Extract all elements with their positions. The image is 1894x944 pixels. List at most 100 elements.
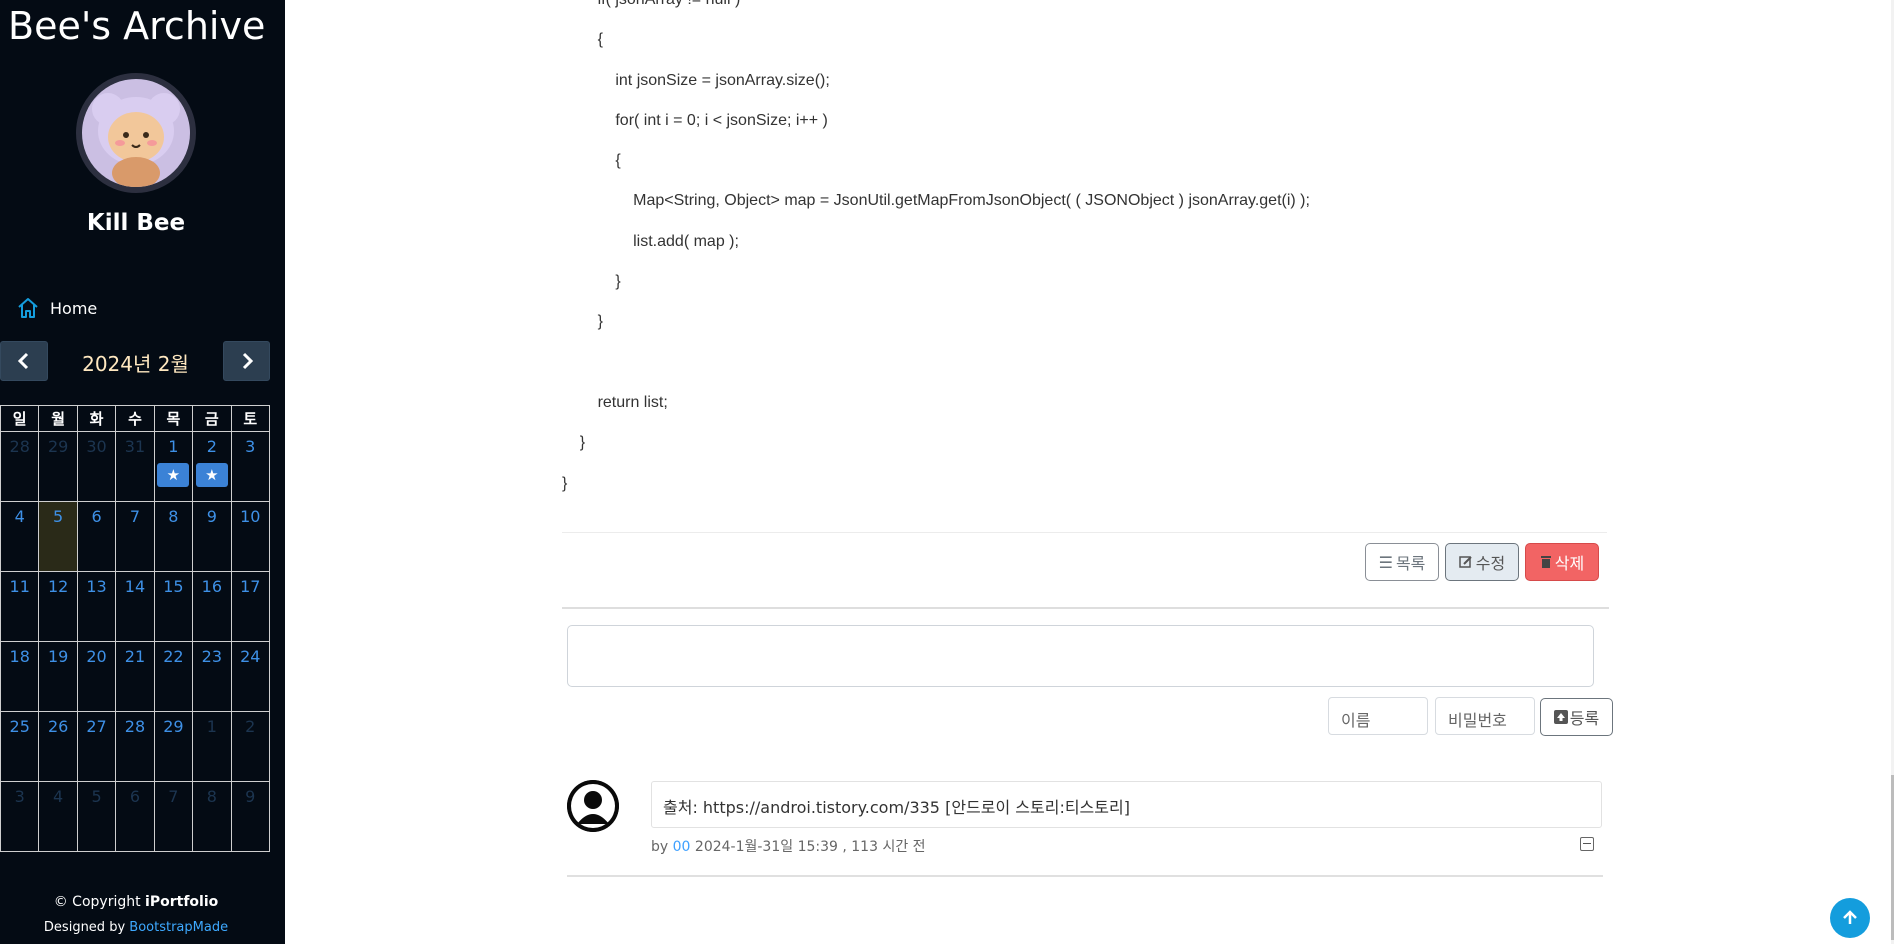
calendar-day: 9 — [230, 781, 271, 852]
profile-avatar — [76, 73, 196, 193]
calendar-day[interactable]: 13 — [76, 571, 117, 642]
bootstrapmade-link[interactable]: BootstrapMade — [129, 920, 228, 935]
list-button[interactable]: ☰ 목록 — [1365, 543, 1439, 581]
copyright-brand: iPortfolio — [145, 894, 219, 910]
calendar-next-button[interactable] — [223, 341, 270, 381]
code-line: if( jsonArray != null ) — [562, 0, 1742, 20]
calendar-day[interactable]: 7 — [115, 501, 155, 572]
weekday-header: 금 — [192, 405, 232, 432]
user-name: Kill Bee — [86, 210, 186, 236]
comment-date: 2024-1월-31일 15:39 , 113 시간 전 — [694, 839, 926, 855]
password-input[interactable]: 비밀번호 — [1435, 697, 1535, 735]
calendar-day[interactable]: 2 ★ — [192, 431, 232, 502]
calendar-day[interactable]: 10 — [230, 501, 271, 572]
commenter-avatar — [567, 780, 619, 832]
weekday-header: 목 — [153, 405, 194, 432]
comment-content: 출처: https://androi.tistory.com/335 [안드로이… — [651, 781, 1602, 828]
calendar-title: 2024년 2월 — [82, 352, 189, 376]
calendar-day[interactable]: 24 — [230, 641, 271, 712]
calendar-day: 3 — [0, 781, 40, 852]
calendar-day-today[interactable]: 5 — [38, 501, 78, 572]
upload-icon — [1553, 710, 1568, 724]
calendar-day[interactable]: 17 — [230, 571, 271, 642]
calendar-day[interactable]: 26 — [38, 711, 78, 782]
calendar-day[interactable]: 1 ★ — [153, 431, 194, 502]
post-star-badge[interactable]: ★ — [195, 463, 228, 487]
code-block: if( jsonArray != null ) { int jsonSize =… — [562, 0, 1742, 504]
code-line: return list; — [562, 393, 668, 411]
divider — [562, 607, 1609, 609]
weekday-header: 수 — [115, 405, 155, 432]
calendar-day[interactable]: 28 — [115, 711, 155, 782]
back-to-top-button[interactable] — [1830, 898, 1870, 938]
calendar-day[interactable]: 22 — [153, 641, 194, 712]
calendar-day: 31 — [115, 431, 155, 502]
comment-author[interactable]: 00 — [673, 839, 691, 855]
calendar-day[interactable]: 9 — [192, 501, 232, 572]
comment-meta: by 00 2024-1월-31일 15:39 , 113 시간 전 — [651, 839, 926, 855]
code-line: { — [562, 152, 621, 170]
calendar-day: 5 — [76, 781, 117, 852]
calendar-day[interactable]: 18 — [0, 641, 40, 712]
calendar-day[interactable]: 15 — [153, 571, 194, 642]
arrow-up-icon — [1843, 910, 1857, 924]
calendar-day: 8 — [192, 781, 232, 852]
calendar-day[interactable]: 11 — [0, 571, 40, 642]
sidebar: Bee's Archive Kill Bee Home 2024년 2월 일 월… — [0, 0, 285, 944]
delete-button[interactable]: 삭제 — [1525, 543, 1599, 581]
chevron-left-icon — [17, 352, 29, 370]
calendar-prev-button[interactable] — [0, 341, 48, 381]
edit-button[interactable]: 수정 — [1445, 543, 1519, 581]
calendar-day[interactable]: 14 — [115, 571, 155, 642]
list-icon: ☰ — [1378, 552, 1393, 572]
calendar-day[interactable]: 8 — [153, 501, 194, 572]
submit-comment-button[interactable]: 등록 — [1540, 698, 1613, 736]
calendar-day[interactable]: 23 — [192, 641, 232, 712]
calendar-day: 1 — [192, 711, 232, 782]
code-line: { — [562, 31, 603, 49]
main-content: if( jsonArray != null ) { int jsonSize =… — [285, 0, 1894, 944]
code-line: } — [562, 434, 586, 452]
calendar-day[interactable]: 3 — [230, 431, 271, 502]
code-line: } — [562, 273, 621, 291]
calendar-day: 6 — [115, 781, 155, 852]
calendar-day[interactable]: 21 — [115, 641, 155, 712]
calendar-day[interactable]: 16 — [192, 571, 232, 642]
site-brand[interactable]: Bee's Archive — [8, 4, 265, 48]
calendar-day[interactable]: 25 — [0, 711, 40, 782]
calendar-day: 4 — [38, 781, 78, 852]
post-star-badge[interactable]: ★ — [157, 463, 190, 487]
calendar-day[interactable]: 19 — [38, 641, 78, 712]
code-line: list.add( map ); — [562, 232, 739, 250]
calendar-day[interactable]: 29 — [153, 711, 194, 782]
weekday-header: 일 — [0, 405, 40, 432]
user-silhouette-icon — [567, 780, 619, 832]
calendar-header: 2024년 2월 — [0, 341, 270, 381]
bee-character-image — [82, 79, 190, 187]
calendar-day[interactable]: 12 — [38, 571, 78, 642]
code-line: } — [562, 313, 603, 331]
home-icon — [18, 298, 38, 318]
code-line: int jsonSize = jsonArray.size(); — [562, 71, 830, 89]
calendar-day: 2 — [230, 711, 271, 782]
name-input[interactable]: 이름 — [1328, 697, 1428, 735]
divider — [562, 532, 1607, 533]
divider — [567, 875, 1603, 877]
weekday-header: 화 — [76, 405, 117, 432]
comment-textarea[interactable] — [567, 625, 1594, 687]
code-line: for( int i = 0; i < jsonSize; i++ ) — [562, 111, 828, 129]
trash-icon — [1540, 556, 1551, 568]
nav-home-link[interactable]: Home — [16, 296, 97, 320]
designed-by: Designed by BootstrapMade — [43, 920, 229, 935]
calendar-day[interactable]: 27 — [76, 711, 117, 782]
calendar-day[interactable]: 6 — [76, 501, 117, 572]
calendar-day: 28 — [0, 431, 40, 502]
chevron-right-icon — [242, 352, 253, 370]
code-line: } — [562, 474, 568, 492]
calendar-day: 29 — [38, 431, 78, 502]
calendar-day[interactable]: 20 — [76, 641, 117, 712]
collapse-icon[interactable] — [1580, 837, 1594, 851]
weekday-header: 토 — [230, 405, 271, 432]
calendar-day[interactable]: 4 — [0, 501, 40, 572]
